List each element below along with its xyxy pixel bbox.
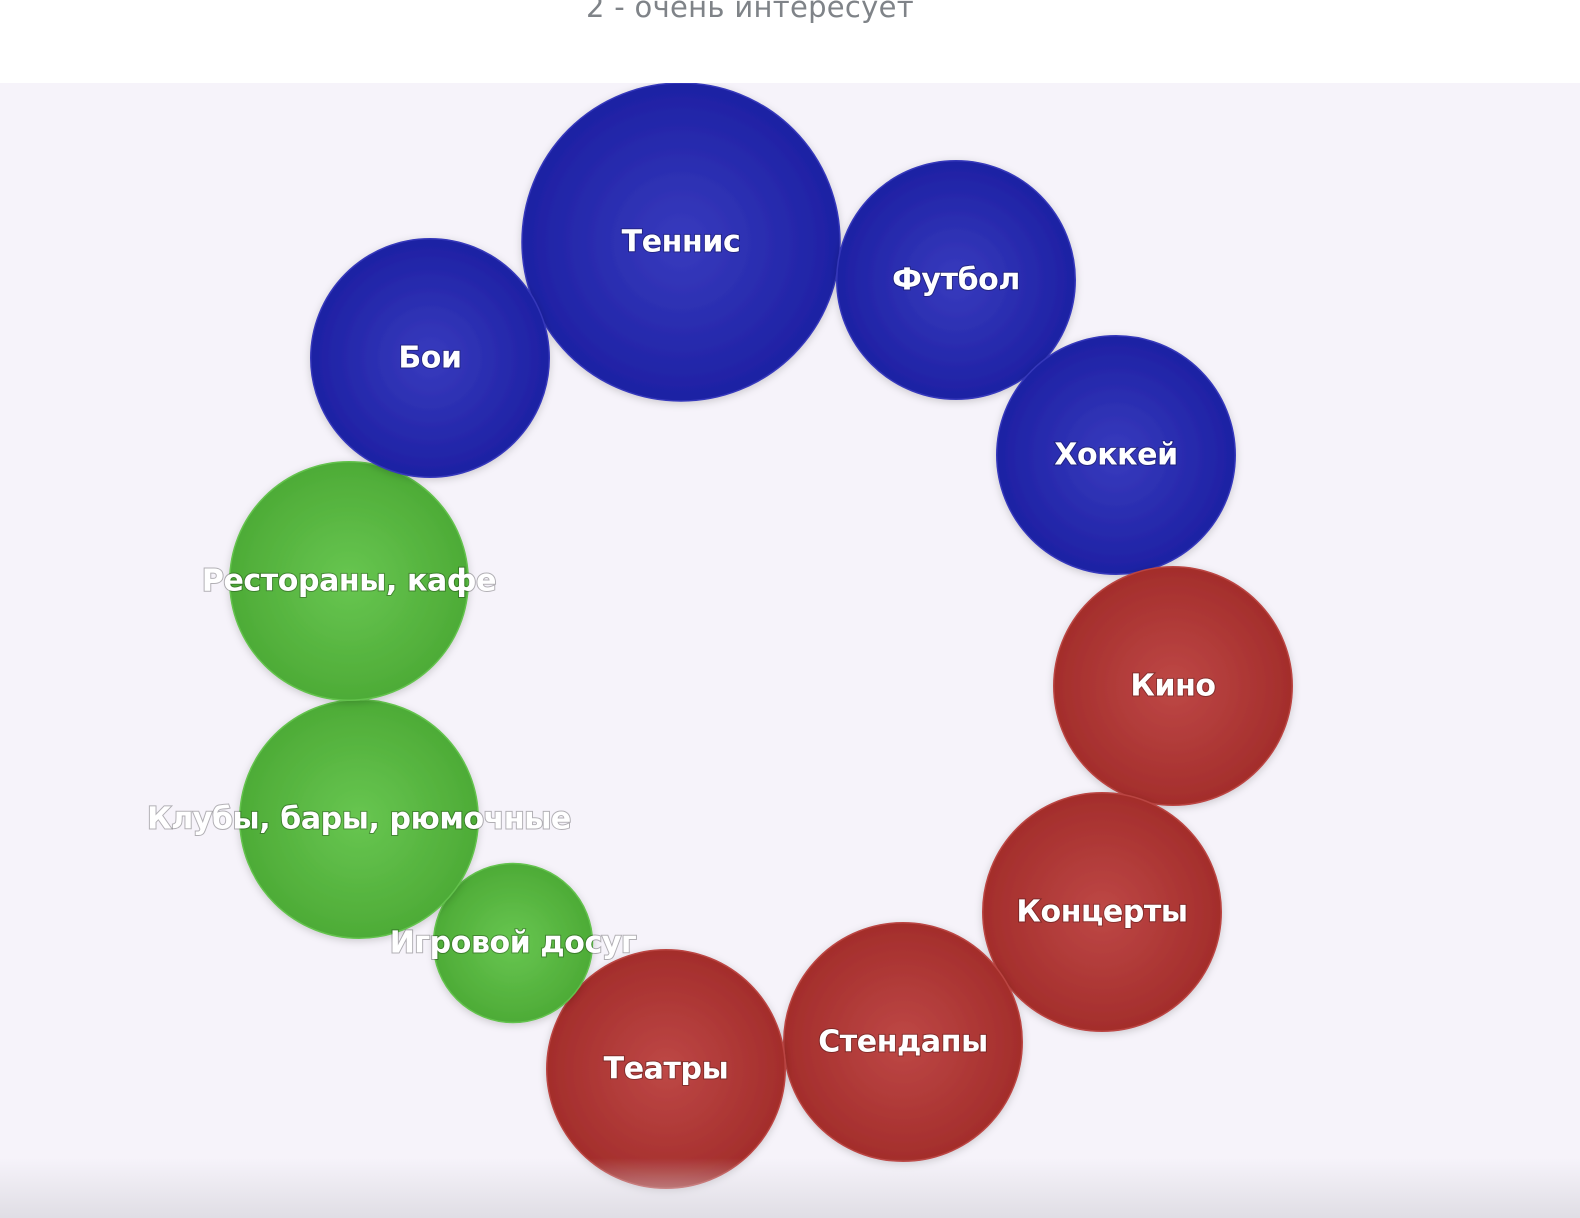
bubble-label: Теннис (622, 225, 741, 260)
bubble-label: Игровой досуг (390, 926, 637, 961)
bubble-label: Стендапы (818, 1025, 988, 1060)
bubble-label: Рестораны, кафе (202, 564, 496, 599)
page: 2 - очень интересует Теннис Футбол Хоккей К… (0, 0, 1580, 1218)
chart-caption: 2 - очень интересует (586, 0, 914, 24)
bubble-label: Клубы, бары, рюмочные (147, 802, 571, 837)
bubble-label: Театры (604, 1052, 729, 1087)
bubble-label: Хоккей (1054, 438, 1177, 473)
bubble-chart-area: Теннис Футбол Хоккей Кино Концерты Стендапы Те… (0, 83, 1580, 1218)
bubble-label: Бои (398, 341, 461, 376)
bubble-label: Кино (1130, 669, 1215, 704)
bubble-label: Концерты (1016, 895, 1187, 930)
bubble-chart: Теннис Футбол Хоккей Кино Концерты Стендапы Те… (146, 83, 1293, 1189)
bubble-label: Футбол (892, 263, 1020, 298)
